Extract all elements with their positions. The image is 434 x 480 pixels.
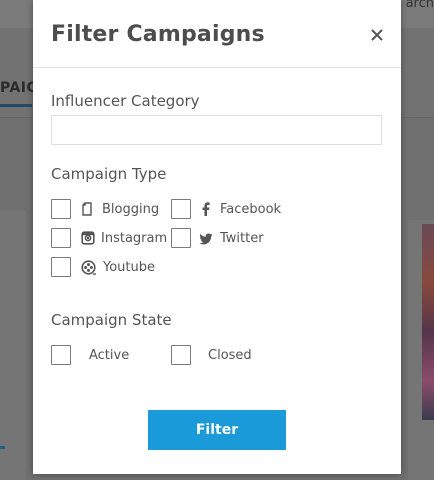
closed-label: Closed [208,348,252,363]
blogging-label: Blogging [102,202,160,217]
filter-campaigns-modal: Filter Campaigns Influencer Category Cam… [33,0,401,474]
background-card-image [422,224,434,420]
twitter-label: Twitter [220,231,264,246]
instagram-checkbox[interactable] [51,228,71,248]
filter-button[interactable]: Filter [148,410,286,450]
twitter-icon [199,233,213,245]
campaign-state-label: Campaign State [51,311,172,329]
active-checkbox[interactable] [51,345,71,365]
influencer-category-label: Influencer Category [51,92,200,110]
youtube-icon [81,260,96,275]
close-button[interactable] [367,25,387,45]
youtube-label: Youtube [103,260,155,275]
facebook-checkbox[interactable] [171,199,191,219]
background-card-left [0,210,26,480]
close-icon [371,29,383,41]
facebook-icon [202,202,210,216]
instagram-icon [81,231,95,245]
closed-checkbox[interactable] [171,345,191,365]
background-search-text: arch [405,0,434,11]
background-link-mark [0,446,5,449]
blogging-checkbox[interactable] [51,199,71,219]
active-label: Active [89,348,130,363]
facebook-label: Facebook [220,202,282,217]
influencer-category-input[interactable] [51,115,382,145]
twitter-checkbox[interactable] [171,228,191,248]
campaign-type-label: Campaign Type [51,165,167,183]
instagram-label: Instagram [101,231,168,246]
youtube-checkbox[interactable] [51,257,71,277]
modal-title: Filter Campaigns [51,22,265,47]
modal-header: Filter Campaigns [33,0,401,68]
blog-icon [82,202,92,216]
background-nav-underline [0,104,32,107]
